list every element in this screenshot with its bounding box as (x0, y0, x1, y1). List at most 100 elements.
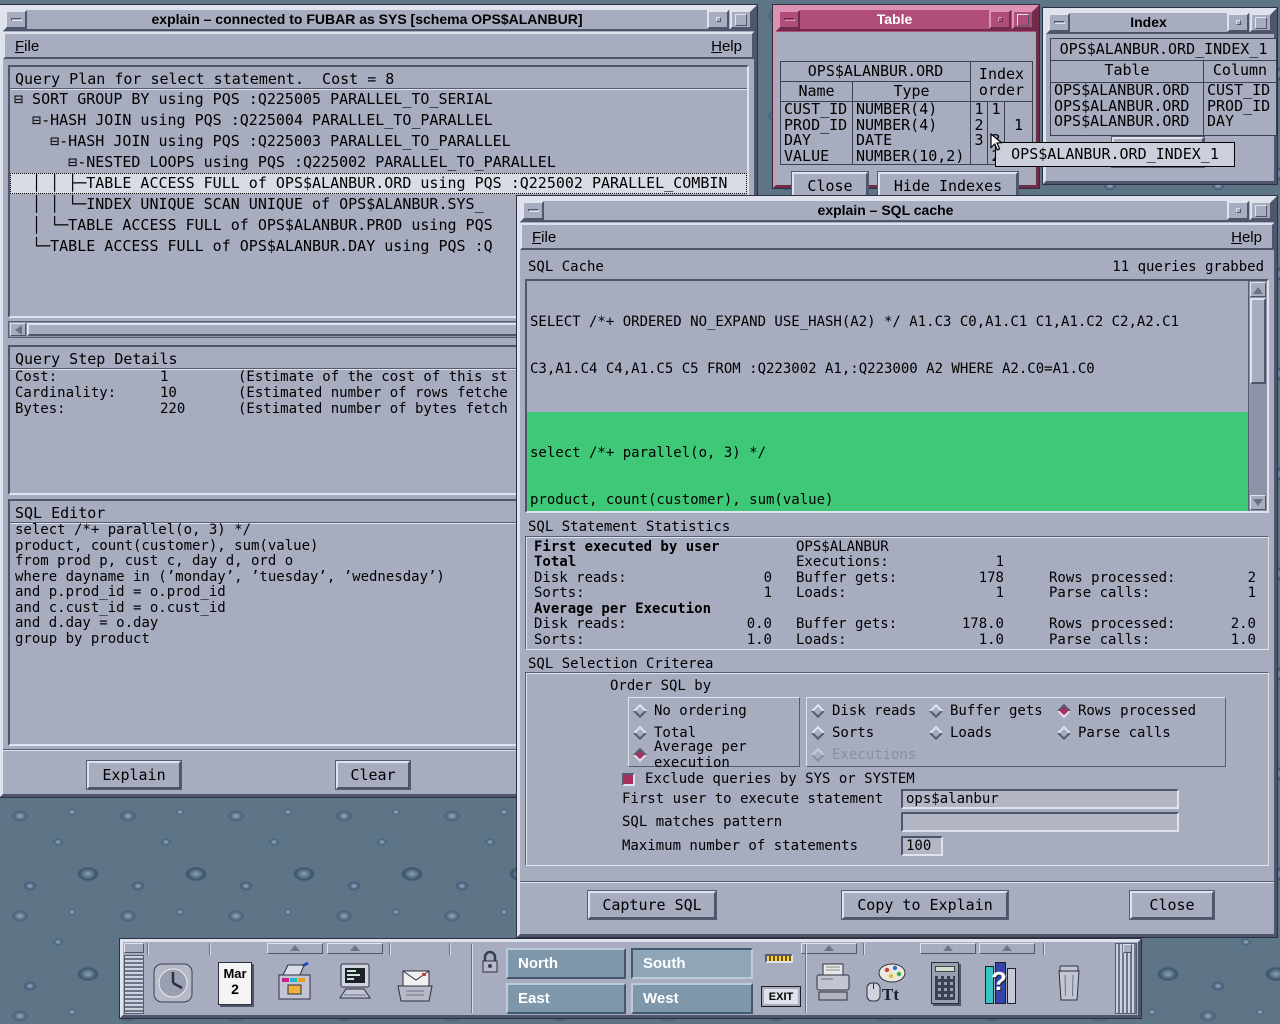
capture-sql-button[interactable]: Capture SQL (588, 891, 716, 919)
minimize-button[interactable] (1227, 201, 1249, 220)
table-cell[interactable]: VALUE (781, 149, 852, 165)
scrollbar-thumb[interactable] (1250, 298, 1266, 384)
calculator-icon[interactable] (923, 960, 967, 1006)
help-icon[interactable]: ? (981, 960, 1025, 1006)
table-column-header[interactable]: Table (1051, 61, 1204, 83)
panel-menu-handle[interactable] (124, 943, 144, 953)
help-menu[interactable]: Help (1221, 225, 1272, 250)
stats-row: Sorts: 1 Loads: 1 Parse calls: 1 (534, 586, 1268, 602)
plan-row[interactable]: ⊟-HASH JOIN using PQS :Q225004 PARALLEL_… (10, 110, 747, 131)
workspace-west-button[interactable]: West (631, 983, 753, 1014)
maximize-button[interactable] (730, 10, 752, 29)
sql-cache-vertical-scrollbar[interactable] (1248, 281, 1267, 511)
panel-minimize-button[interactable] (1123, 944, 1132, 953)
minimize-button[interactable] (707, 10, 729, 29)
subpanel-tab-terminal[interactable] (327, 943, 383, 954)
slot-separator (389, 943, 391, 955)
scroll-left-arrow[interactable] (10, 323, 26, 336)
radio-buffer-gets[interactable]: Buffer gets (931, 702, 1043, 720)
checkbox-checked-icon[interactable] (622, 773, 635, 786)
workspace-south-button[interactable]: South (631, 948, 753, 979)
panel-left-handle[interactable] (124, 955, 144, 1014)
window-menu-button[interactable] (778, 10, 800, 29)
window-menu-button[interactable] (1048, 13, 1070, 32)
workspace-north-button[interactable]: North (506, 948, 626, 979)
index-table-values[interactable]: OPS$ALANBUR.ORD OPS$ALANBUR.ORD OPS$ALAN… (1051, 83, 1204, 135)
exclude-sys-checkbox-row[interactable]: Exclude queries by SYS or SYSTEM (622, 771, 915, 787)
name-column-header[interactable]: Name (781, 82, 853, 102)
subpanel-tab-help[interactable] (979, 943, 1035, 954)
radio-disk-reads[interactable]: Disk reads (813, 702, 916, 720)
table-cell[interactable]: NUMBER(10,2) (853, 149, 970, 165)
calendar-icon[interactable]: Mar 2 (213, 960, 257, 1006)
stats-label: Rows processed: (1049, 616, 1201, 632)
index-titlebar[interactable]: Index (1046, 11, 1274, 34)
table-cell[interactable]: DAY (1204, 114, 1276, 130)
radio-parse-calls[interactable]: Parse calls (1059, 724, 1171, 742)
plan-row[interactable]: ⊟-NESTED LOOPS using PQS :Q225002 PARALL… (10, 152, 747, 173)
front-panel: Mar 2 (120, 939, 1141, 1018)
lock-icon[interactable] (479, 948, 501, 976)
stats-label: Buffer gets: (796, 616, 926, 632)
radio-average-per-execution[interactable]: Average per execution (635, 746, 799, 764)
radio-diamond-icon (1057, 726, 1071, 740)
plan-row[interactable]: ⊟ SORT GROUP BY using PQS :Q225005 PARAL… (10, 89, 747, 110)
maximize-button[interactable] (1012, 10, 1034, 29)
table-cell[interactable]: OPS$ALANBUR.ORD (1051, 114, 1203, 130)
maximize-button[interactable] (1250, 13, 1272, 32)
plan-row-selected[interactable]: │ │ ├─TABLE ACCESS FULL of OPS$ALANBUR.O… (10, 173, 747, 194)
minimize-button[interactable] (989, 10, 1011, 29)
scroll-up-arrow[interactable] (1250, 282, 1266, 297)
cache-close-button[interactable]: Close (1130, 891, 1214, 919)
radio-sorts[interactable]: Sorts (813, 724, 874, 742)
window-menu-button[interactable] (5, 10, 27, 29)
mail-icon[interactable] (393, 960, 437, 1006)
name-column-values[interactable]: CUST_ID PROD_ID DAY VALUE (781, 102, 853, 164)
subpanel-tab-printer[interactable] (801, 943, 857, 954)
explain-button[interactable]: Explain (87, 761, 181, 789)
plan-row[interactable]: ⊟-HASH JOIN using PQS :Q225003 PARALLEL_… (10, 131, 747, 152)
stats-row: Sorts: 1.0 Loads: 1.0 Parse calls: 1.0 (534, 632, 1268, 648)
sql-pattern-input[interactable] (901, 812, 1179, 832)
radio-label: Loads (950, 725, 992, 741)
sql-cache-menubar: File Help (520, 223, 1274, 250)
window-menu-button[interactable] (522, 201, 544, 220)
subpanel-tab-calculator[interactable] (920, 943, 976, 954)
panel-right-handle[interactable] (1115, 943, 1137, 1014)
file-menu[interactable]: File (522, 225, 566, 250)
minimize-button[interactable] (1227, 13, 1249, 32)
clock-icon[interactable] (151, 960, 195, 1006)
type-column-header[interactable]: Type (853, 82, 971, 102)
max-statements-input[interactable] (901, 836, 943, 856)
desktop: explain – connected to FUBAR as SYS [sch… (0, 0, 1280, 1024)
help-menu[interactable]: Help (701, 34, 752, 59)
table-titlebar[interactable]: Table (776, 8, 1036, 31)
clear-button[interactable]: Clear (336, 761, 410, 789)
exit-button[interactable]: EXIT (761, 986, 801, 1007)
index-column-values[interactable]: CUST_ID PROD_ID DAY (1204, 83, 1276, 135)
radio-rows-processed[interactable]: Rows processed (1059, 702, 1196, 720)
first-user-input[interactable] (901, 789, 1179, 809)
terminal-icon[interactable] (333, 960, 377, 1006)
radio-no-ordering[interactable]: No ordering (635, 702, 747, 720)
sql-statement-statistics-panel: First executed by user OPS$ALANBUR Total… (525, 536, 1269, 650)
type-column-values[interactable]: NUMBER(4) NUMBER(4) DATE NUMBER(10,2) (853, 102, 971, 164)
sql-cache-list[interactable]: SELECT /*+ ORDERED NO_EXPAND USE_HASH(A2… (525, 279, 1269, 513)
style-manager-icon[interactable]: Tt (863, 960, 907, 1006)
printer-icon[interactable] (811, 960, 855, 1006)
subpanel-tab-files[interactable] (267, 943, 323, 954)
slot-separator (1043, 943, 1045, 955)
scroll-down-arrow[interactable] (1250, 495, 1266, 510)
radio-loads[interactable]: Loads (931, 724, 992, 742)
file-manager-icon[interactable] (273, 960, 317, 1006)
file-menu[interactable]: File (5, 34, 49, 59)
maximize-button[interactable] (1250, 201, 1272, 220)
explain-titlebar[interactable]: explain – connected to FUBAR as SYS [sch… (3, 8, 754, 31)
copy-to-explain-button[interactable]: Copy to Explain (842, 891, 1008, 919)
sql-cache-entry[interactable]: SELECT /*+ ORDERED NO_EXPAND USE_HASH(A2… (527, 281, 1248, 412)
trash-icon[interactable] (1047, 960, 1091, 1006)
workspace-east-button[interactable]: East (506, 983, 626, 1014)
column-column-header[interactable]: Column (1204, 61, 1276, 83)
sql-cache-entry-selected[interactable]: select /*+ parallel(o, 3) */ product, co… (527, 412, 1248, 514)
sql-cache-titlebar[interactable]: explain – SQL cache (520, 199, 1274, 222)
